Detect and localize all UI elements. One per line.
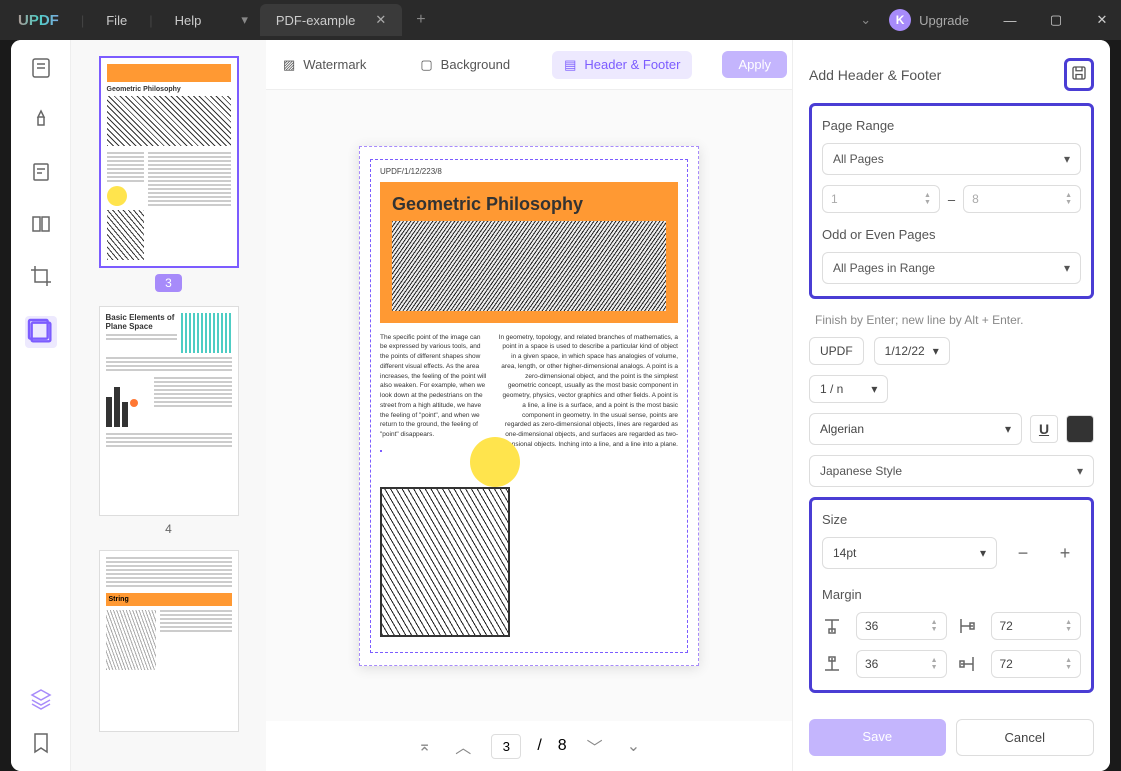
hint-text: Finish by Enter; new line by Alt + Enter… (809, 313, 1094, 327)
page-separator: / (537, 737, 541, 755)
chevron-down-icon: ▾ (1064, 152, 1070, 166)
maximize-button[interactable]: ▢ (1037, 0, 1075, 40)
properties-panel: Add Header & Footer Page Range All Pages… (792, 40, 1110, 771)
chevron-down-icon: ▾ (1064, 261, 1070, 275)
thumbnail-page-4[interactable]: Basic Elements of Plane Space 4 (99, 306, 239, 536)
menu-file[interactable]: File (88, 13, 145, 28)
panel-title: Add Header & Footer (809, 67, 941, 83)
save-button[interactable]: Save (809, 719, 946, 756)
upgrade-link[interactable]: Upgrade (919, 13, 969, 28)
chevron-down-icon: ▾ (1005, 422, 1011, 436)
avatar[interactable]: K (889, 9, 911, 31)
next-page-button[interactable]: ﹀ (583, 730, 607, 762)
page-title: Geometric Philosophy (392, 194, 666, 215)
margin-right-input[interactable]: 72▲▼ (991, 650, 1082, 678)
app-logo: UPDF (0, 12, 77, 29)
page-navigator: ⌅ ︿ / 8 ﹀ ⌄ (266, 721, 792, 771)
margin-right-icon (957, 654, 977, 674)
style-dropdown[interactable]: Japanese Style▾ (809, 455, 1094, 487)
thumbnail-page-5[interactable]: String (99, 550, 239, 732)
close-button[interactable]: ✕ (1083, 0, 1121, 40)
margin-top-icon (822, 616, 842, 636)
header-footer-button[interactable]: ▤Header & Footer (552, 51, 692, 79)
minimize-button[interactable]: — (991, 0, 1029, 40)
apply-button[interactable]: Apply (722, 51, 787, 78)
odd-even-dropdown[interactable]: All Pages in Range▾ (822, 252, 1081, 284)
page-preview: UPDF/1/12/223/8 Geometric Philosophy The… (359, 146, 699, 666)
layers-icon[interactable] (29, 687, 53, 711)
prev-page-button[interactable]: ︿ (451, 730, 475, 762)
thumbnail-page-3[interactable]: Geometric Philosophy 3 (99, 56, 239, 292)
underline-button[interactable]: U (1030, 415, 1058, 443)
crop-icon[interactable] (29, 264, 53, 288)
page-left-column: The specific point of the image can be e… (380, 333, 487, 450)
thumbnail-panel: Geometric Philosophy 3 Basic Elements of… (71, 40, 266, 771)
margin-bottom-icon (822, 654, 842, 674)
save-template-icon[interactable] (1064, 58, 1094, 91)
cancel-button[interactable]: Cancel (956, 719, 1095, 756)
last-page-button[interactable]: ⌄ (623, 732, 644, 760)
close-icon[interactable]: ✕ (375, 12, 386, 28)
header-footer-icon: ▤ (564, 57, 576, 73)
page-tools-icon[interactable] (25, 316, 57, 348)
page-format-dropdown[interactable]: 1 / n▾ (809, 375, 888, 403)
decrease-size-button[interactable]: − (1007, 537, 1039, 569)
menu-help[interactable]: Help (157, 13, 220, 28)
margin-left-icon (957, 616, 977, 636)
size-label: Size (822, 512, 1081, 527)
toolbar: ▨Watermark ▢Background ▤Header & Footer … (266, 40, 792, 90)
add-tab-button[interactable]: + (402, 11, 439, 29)
tab-label: PDF-example (276, 13, 355, 28)
edit-icon[interactable] (29, 160, 53, 184)
color-button[interactable] (1066, 415, 1094, 443)
chevron-down-icon: ▾ (1077, 464, 1083, 478)
watermark-icon: ▨ (283, 57, 295, 73)
margin-top-input[interactable]: 36▲▼ (856, 612, 947, 640)
sidebar (11, 40, 71, 771)
background-button[interactable]: ▢Background (408, 51, 522, 79)
size-margin-section: Size 14pt▾ − + Margin 36▲▼ 72▲▼ 36▲▼ 72▲… (809, 497, 1094, 693)
background-icon: ▢ (420, 57, 432, 73)
bookmark-icon[interactable] (29, 731, 53, 755)
chevron-down-icon[interactable]: ⌄ (850, 12, 881, 28)
reader-icon[interactable] (29, 56, 53, 80)
font-dropdown[interactable]: Algerian▾ (809, 413, 1022, 445)
date-dropdown[interactable]: 1/12/22▾ (874, 337, 950, 365)
odd-even-label: Odd or Even Pages (822, 227, 1081, 242)
first-page-button[interactable]: ⌅ (414, 732, 435, 760)
chevron-down-icon: ▾ (980, 546, 986, 560)
margin-left-input[interactable]: 72▲▼ (991, 612, 1082, 640)
highlight-icon[interactable] (29, 108, 53, 132)
watermark-button[interactable]: ▨Watermark (271, 51, 378, 79)
main-area: ▨Watermark ▢Background ▤Header & Footer … (266, 40, 792, 771)
page-range-label: Page Range (822, 118, 1081, 133)
size-dropdown[interactable]: 14pt▾ (822, 537, 997, 569)
titlebar: UPDF | File | Help ▾ PDF-example ✕ + ⌄ K… (0, 0, 1121, 40)
margin-bottom-input[interactable]: 36▲▼ (856, 650, 947, 678)
chevron-down-icon: ▾ (933, 344, 939, 358)
tab-dropdown-icon[interactable]: ▾ (229, 12, 260, 28)
page-range-dropdown[interactable]: All Pages▾ (822, 143, 1081, 175)
page-range-section: Page Range All Pages▾ 1▲▼ – 8▲▼ Odd or E… (809, 103, 1094, 299)
chevron-down-icon: ▾ (871, 382, 877, 396)
prefix-dropdown[interactable]: UPDF (809, 337, 864, 365)
margin-label: Margin (822, 587, 1081, 602)
page-right-column: In geometry, topology, and related branc… (497, 333, 678, 450)
range-from-input[interactable]: 1▲▼ (822, 185, 940, 213)
organize-icon[interactable] (29, 212, 53, 236)
range-to-input[interactable]: 8▲▼ (963, 185, 1081, 213)
page-header-text: UPDF/1/12/223/8 (380, 167, 678, 176)
page-number-input[interactable] (491, 734, 521, 759)
increase-size-button[interactable]: + (1049, 537, 1081, 569)
page-total: 8 (558, 737, 567, 755)
document-tab[interactable]: PDF-example ✕ (260, 4, 402, 36)
